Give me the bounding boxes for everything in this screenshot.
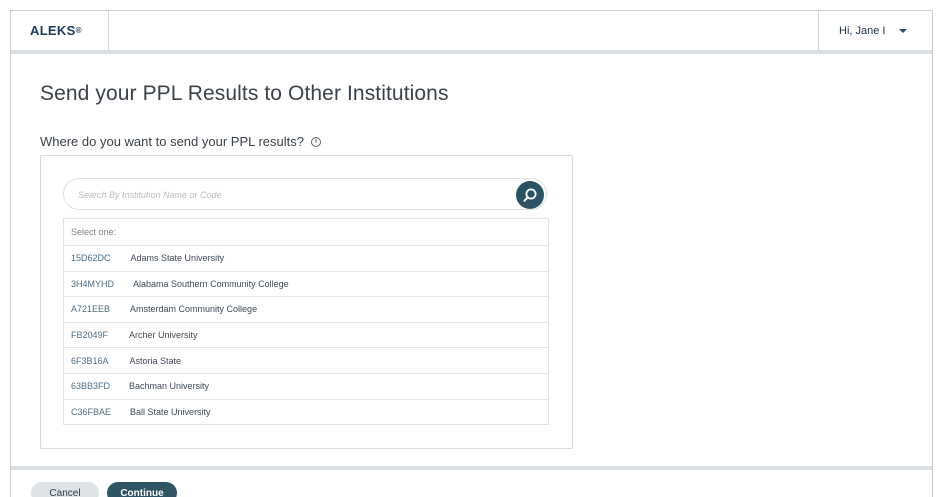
institution-name: Amsterdam Community College xyxy=(130,304,258,315)
institution-code: 63BB3FD xyxy=(71,381,111,392)
institution-code: 3H4MYHD xyxy=(71,278,115,289)
aleks-logo[interactable]: ALEKS ® xyxy=(11,11,109,50)
institution-name: Ball State University xyxy=(130,407,211,418)
institution-code: 15D62DC xyxy=(71,253,111,264)
list-item[interactable]: C36FBAE Ball State University xyxy=(64,400,548,426)
list-item[interactable]: 6F3B16A Astoria State xyxy=(64,348,548,374)
institution-code: A721EEB xyxy=(71,304,111,315)
page-title: Send your PPL Results to Other Instituti… xyxy=(40,82,449,105)
list-item[interactable]: 63BB3FD Bachman University xyxy=(64,374,548,400)
magnifier-icon xyxy=(523,188,537,202)
list-item[interactable]: 3H4MYHD Alabama Southern Community Colleg… xyxy=(64,272,548,298)
institution-panel: Select one: 15D62DC Adams State Universit… xyxy=(40,155,573,449)
question-text: Where do you want to send your PPL resul… xyxy=(40,134,304,149)
institution-name: Astoria State xyxy=(129,355,182,366)
chevron-down-icon xyxy=(899,28,908,33)
institution-list: Select one: 15D62DC Adams State Universit… xyxy=(63,218,549,425)
list-item[interactable]: 15D62DC Adams State University xyxy=(64,246,548,272)
user-greeting: Hi, Jane I xyxy=(839,24,886,37)
list-header: Select one: xyxy=(64,219,548,246)
logo-trademark: ® xyxy=(75,26,82,35)
search-input[interactable] xyxy=(78,186,498,204)
institution-name: Alabama Southern Community College xyxy=(133,278,289,289)
top-bar: ALEKS ® Hi, Jane I xyxy=(11,11,932,54)
institution-code: FB2049F xyxy=(71,330,109,341)
list-item[interactable]: FB2049F Archer University xyxy=(64,323,548,349)
question-label: Where do you want to send your PPL resul… xyxy=(40,134,321,149)
footer-bar: Cancel Continue xyxy=(11,466,932,497)
cancel-button[interactable]: Cancel xyxy=(31,482,99,497)
institution-name: Adams State University xyxy=(130,253,225,264)
institution-name: Archer University xyxy=(129,330,198,341)
institution-name: Bachman University xyxy=(129,381,210,392)
continue-button[interactable]: Continue xyxy=(107,482,177,497)
app-window: ALEKS ® Hi, Jane I Send your PPL Results … xyxy=(10,10,933,497)
user-menu[interactable]: Hi, Jane I xyxy=(818,11,932,50)
info-circle-icon[interactable]: i xyxy=(311,136,321,147)
search-button[interactable] xyxy=(516,181,544,209)
list-rows: 15D62DC Adams State University 3H4MYHD Alab… xyxy=(64,246,548,425)
search-box xyxy=(63,178,547,210)
institution-code: C36FBAE xyxy=(71,407,112,418)
list-item[interactable]: A721EEB Amsterdam Community College xyxy=(64,297,548,323)
logo-text: ALEKS xyxy=(30,23,76,38)
institution-code: 6F3B16A xyxy=(71,355,109,366)
